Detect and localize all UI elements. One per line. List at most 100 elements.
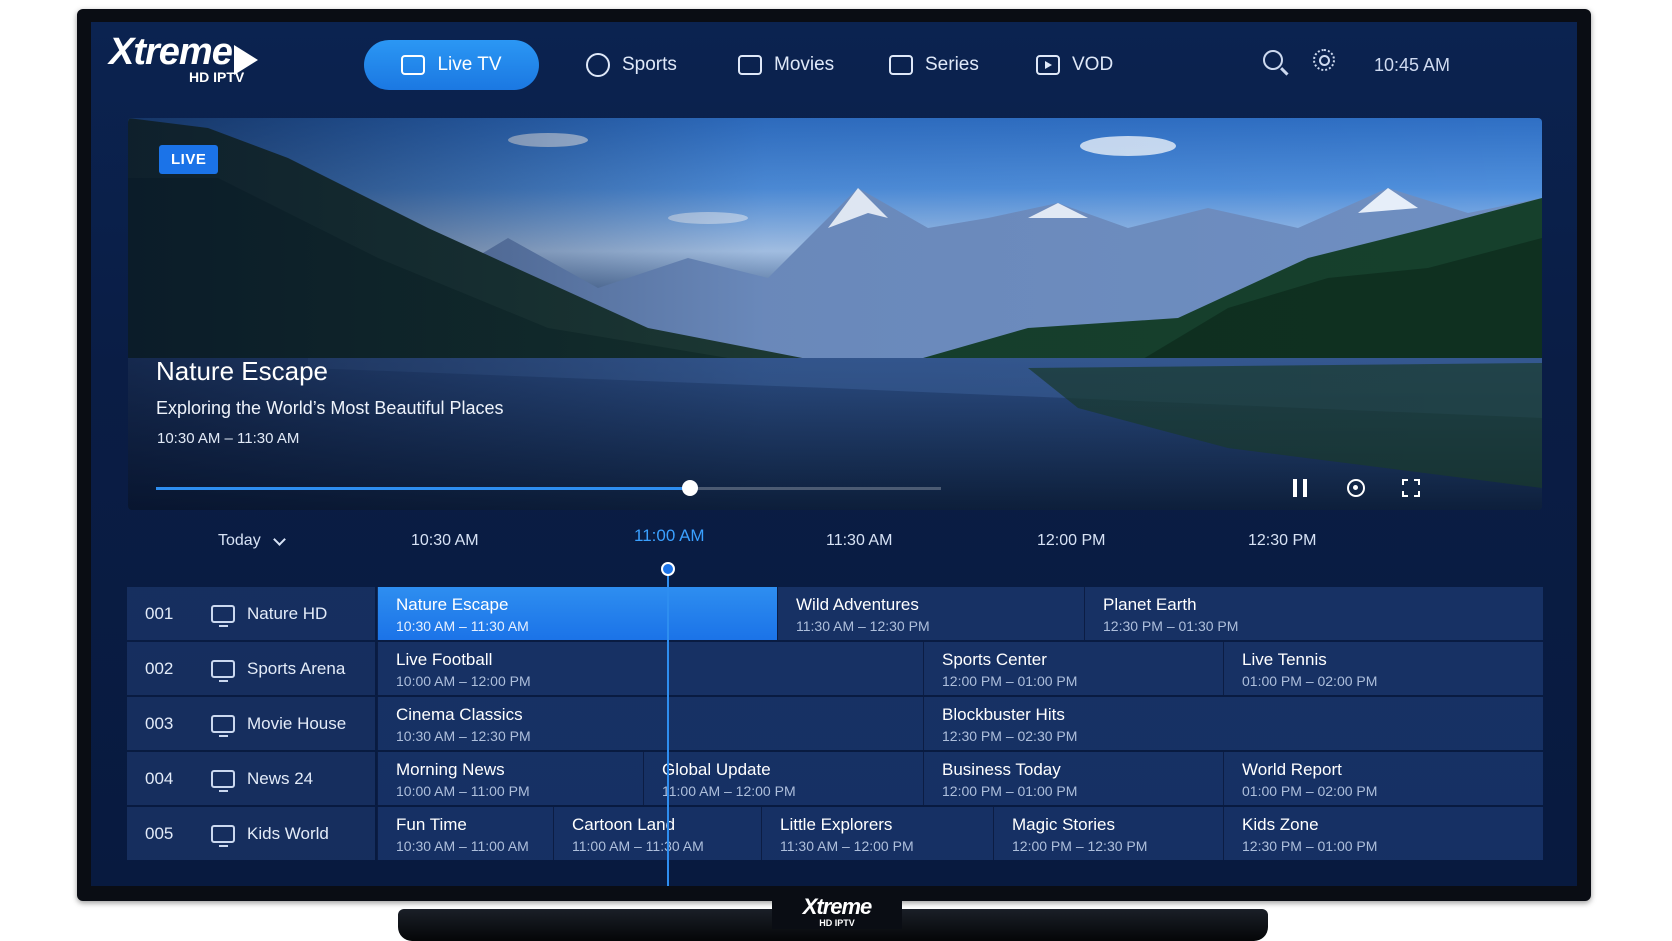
channel-name: News 24: [247, 768, 314, 788]
brand-logo: Xtreme HD IPTV: [109, 32, 258, 85]
program-cell[interactable]: Live Tennis 01:00 PM – 02:00 PM: [1223, 642, 1543, 695]
program-title: Little Explorers: [780, 815, 893, 834]
program-cell[interactable]: Planet Earth 12:30 PM – 01:30 PM: [1084, 587, 1543, 640]
tv-icon: [211, 769, 235, 792]
channel-cell[interactable]: 001 Nature HD: [127, 587, 375, 640]
program-title: Business Today: [942, 760, 1061, 779]
guide-timeline-header: Today 10:30 AM 11:00 AM 11:30 AM 12:00 P…: [91, 526, 1577, 562]
chevron-down-icon: [272, 532, 286, 546]
day-selector[interactable]: Today: [218, 532, 286, 550]
program-cell[interactable]: Cinema Classics 10:30 AM – 12:30 PM: [377, 697, 923, 750]
channel-number: 004: [145, 768, 174, 788]
tv-screen: Xtreme HD IPTV Live TV Sports Movies Ser…: [91, 22, 1577, 886]
program-time: 11:30 AM – 12:00 PM: [780, 838, 914, 854]
channel-cell[interactable]: 003 Movie House: [127, 697, 375, 750]
playback-progress-bar[interactable]: [156, 480, 941, 496]
film-icon: [738, 55, 762, 75]
program-cell[interactable]: Live Football 10:00 AM – 12:00 PM: [377, 642, 923, 695]
program-cell[interactable]: Morning News 10:00 AM – 11:00 PM: [377, 752, 643, 805]
tv-icon: [211, 604, 235, 627]
current-time-line: [667, 568, 669, 886]
nav-label: Live TV: [437, 54, 502, 75]
brand-sub: HD IPTV: [189, 68, 245, 85]
search-button[interactable]: [1263, 50, 1283, 70]
program-cell[interactable]: Little Explorers 11:30 AM – 12:00 PM: [761, 807, 993, 860]
program-cell[interactable]: Sports Center 12:00 PM – 01:00 PM: [923, 642, 1223, 695]
channel-number: 003: [145, 713, 174, 733]
live-preview[interactable]: LIVE Nature Escape Exploring the World’s…: [128, 118, 1542, 510]
program-cell[interactable]: World Report 01:00 PM – 02:00 PM: [1223, 752, 1543, 805]
day-label: Today: [218, 532, 261, 549]
program-time: 11:30 AM – 12:30 PM: [796, 618, 930, 634]
settings-button[interactable]: [1313, 49, 1335, 71]
program-title: Live Football: [396, 650, 493, 669]
channel-name: Movie House: [247, 713, 347, 733]
nav-item-sports[interactable]: Sports: [586, 40, 677, 90]
tv-icon: [211, 824, 235, 847]
fullscreen-button[interactable]: [1398, 475, 1424, 501]
pause-button[interactable]: [1287, 475, 1313, 501]
program-title: Global Update: [662, 760, 771, 779]
progress-fill: [156, 487, 690, 490]
stand-brand-name: Xtreme: [802, 894, 873, 919]
program-time: 10:30 AM – 12:30 PM: [396, 728, 531, 744]
program-title: Planet Earth: [1103, 595, 1197, 614]
program-cell[interactable]: Fun Time 10:30 AM – 11:00 AM: [377, 807, 553, 860]
soccer-ball-icon: [586, 53, 610, 77]
channel-cell[interactable]: 005 Kids World: [127, 807, 375, 860]
program-time: 10:00 AM – 12:00 PM: [396, 673, 531, 689]
channel-cell[interactable]: 002 Sports Arena: [127, 642, 375, 695]
nav-item-live-tv[interactable]: Live TV: [364, 40, 539, 90]
nav-item-vod[interactable]: VOD: [1036, 40, 1113, 90]
channel-row: 004 News 24 Morning News 10:00 AM – 11:0…: [127, 752, 1543, 805]
nav-item-series[interactable]: Series: [889, 40, 979, 90]
nav-item-movies[interactable]: Movies: [738, 40, 834, 90]
program-title: World Report: [1242, 760, 1342, 779]
program-cell[interactable]: Wild Adventures 11:30 AM – 12:30 PM: [777, 587, 1084, 640]
program-cell[interactable]: Kids Zone 12:30 PM – 01:00 PM: [1223, 807, 1543, 860]
channel-row: 002 Sports Arena Live Football 10:00 AM …: [127, 642, 1543, 695]
program-time: 11:00 AM – 12:00 PM: [662, 783, 796, 799]
current-time-marker: [661, 562, 675, 576]
time-tick: 10:30 AM: [411, 532, 479, 549]
channel-number: 005: [145, 823, 174, 843]
program-time: 12:00 PM – 01:00 PM: [942, 783, 1078, 799]
monitor-icon: [889, 55, 913, 75]
program-title: Cartoon Land: [572, 815, 676, 834]
time-tick-current: 11:00 AM: [634, 526, 705, 545]
time-tick: 12:00 PM: [1037, 532, 1106, 549]
channel-row: 005 Kids World Fun Time 10:30 AM – 11:00…: [127, 807, 1543, 860]
program-cell[interactable]: Business Today 12:00 PM – 01:00 PM: [923, 752, 1223, 805]
program-time: 11:00 AM – 11:30 AM: [572, 838, 704, 854]
program-time: 01:00 PM – 02:00 PM: [1242, 783, 1378, 799]
program-title: Wild Adventures: [796, 595, 919, 614]
program-time: 12:30 PM – 01:30 PM: [1103, 618, 1239, 634]
program-time: 10:30 AM – 11:30 AM: [157, 430, 300, 447]
play-icon: [1036, 55, 1060, 75]
program-subtitle: Exploring the World’s Most Beautiful Pla…: [156, 398, 504, 418]
program-time: 01:00 PM – 02:00 PM: [1242, 673, 1378, 689]
search-icon: [1263, 50, 1283, 70]
channel-number: 001: [145, 603, 174, 623]
program-cell[interactable]: Cartoon Land 11:00 AM – 11:30 AM: [553, 807, 761, 860]
channel-number: 002: [145, 658, 174, 678]
live-badge: LIVE: [159, 145, 219, 174]
nav-label: Movies: [774, 54, 835, 75]
program-cell[interactable]: Global Update 11:00 AM – 12:00 PM: [643, 752, 923, 805]
record-button[interactable]: [1343, 475, 1369, 501]
program-time: 12:30 PM – 01:00 PM: [1242, 838, 1378, 854]
progress-handle[interactable]: [681, 480, 698, 496]
program-time: 12:30 PM – 02:30 PM: [942, 728, 1078, 744]
program-cell-selected[interactable]: Nature Escape 10:30 AM – 11:30 AM: [377, 587, 777, 640]
channel-row: 001 Nature HD Nature Escape 10:30 AM – 1…: [127, 587, 1543, 640]
program-title: Cinema Classics: [396, 705, 523, 724]
nav-label: Series: [925, 54, 979, 75]
program-title: Live Tennis: [1242, 650, 1327, 669]
program-cell[interactable]: Blockbuster Hits 12:30 PM – 02:30 PM: [923, 697, 1543, 750]
channel-cell[interactable]: 004 News 24: [127, 752, 375, 805]
program-cell[interactable]: Magic Stories 12:00 PM – 12:30 PM: [993, 807, 1223, 860]
channel-name: Sports Arena: [247, 658, 346, 678]
stand-logo: Xtreme HD IPTV: [772, 895, 902, 929]
channel-name: Nature HD: [247, 603, 328, 623]
record-icon: [1347, 479, 1365, 497]
